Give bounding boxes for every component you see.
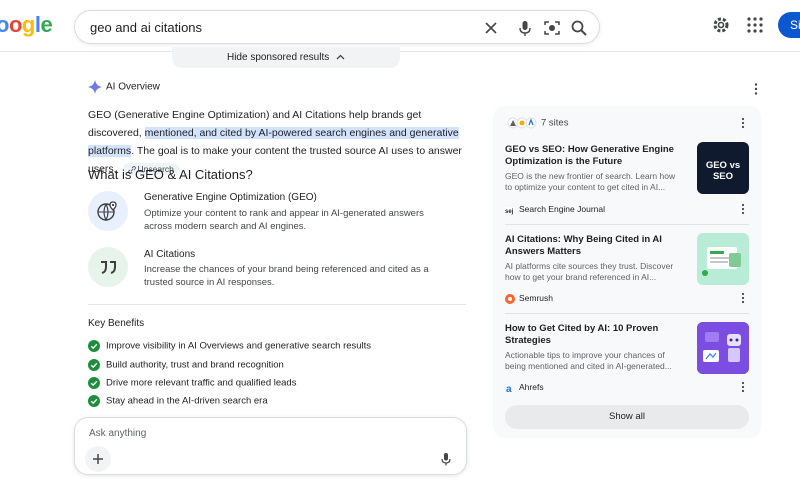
ai-sparkle-icon bbox=[88, 80, 102, 94]
feature-desc-citations: Increase the chances of your brand being… bbox=[144, 264, 429, 288]
globe-pin-icon bbox=[97, 201, 117, 222]
feature-geo-badge bbox=[88, 191, 128, 231]
site-favicons-icon bbox=[507, 117, 537, 129]
quote-icon bbox=[101, 261, 116, 274]
robot-illustration-icon bbox=[697, 322, 749, 374]
search-icon[interactable] bbox=[569, 18, 589, 38]
source-card-thumbnail[interactable]: GEO vs SEO bbox=[697, 142, 749, 194]
ahrefs-favicon-icon: a bbox=[506, 384, 512, 393]
benefit-item: Improve visibility in AI Overviews and g… bbox=[88, 340, 371, 352]
source-card-site[interactable]: a Ahrefs bbox=[505, 382, 544, 393]
plus-icon bbox=[93, 454, 103, 464]
feature-title-citations: AI Citations bbox=[144, 249, 196, 260]
feature-title-geo: Generative Engine Optimization (GEO) bbox=[144, 192, 317, 203]
microphone-icon[interactable] bbox=[438, 451, 454, 467]
source-card-desc: Actionable tips to improve your chances … bbox=[505, 350, 672, 371]
sites-count[interactable]: 7 sites bbox=[507, 116, 568, 130]
clear-icon[interactable] bbox=[481, 18, 501, 38]
svg-text:sej: sej bbox=[505, 209, 514, 215]
ai-overview-label: AI Overview bbox=[106, 81, 160, 93]
card-divider bbox=[505, 224, 749, 225]
section-heading: What is GEO & AI Citations? bbox=[88, 167, 253, 182]
key-benefits-title: Key Benefits bbox=[88, 318, 145, 329]
sej-favicon-icon: sej bbox=[505, 206, 515, 215]
add-attachment-button[interactable] bbox=[85, 446, 111, 472]
check-circle-icon bbox=[88, 377, 100, 389]
feature-desc-geo: Optimize your content to rank and appear… bbox=[144, 208, 424, 232]
ai-overview-header: AI Overview bbox=[88, 80, 160, 94]
check-circle-icon bbox=[88, 340, 100, 352]
ask-anything-box[interactable]: Ask anything bbox=[74, 417, 467, 475]
more-options-icon[interactable] bbox=[738, 292, 748, 304]
citation-illustration-icon bbox=[702, 247, 741, 276]
microphone-icon[interactable] bbox=[515, 18, 535, 38]
lens-icon[interactable] bbox=[542, 18, 562, 38]
benefit-item: Build authority, trust and brand recogni… bbox=[88, 359, 284, 371]
apps-grid-icon[interactable] bbox=[745, 15, 765, 35]
semrush-favicon-icon bbox=[505, 293, 515, 304]
more-options-icon[interactable] bbox=[738, 203, 748, 215]
source-card-thumbnail[interactable] bbox=[697, 233, 749, 285]
card-divider bbox=[505, 313, 749, 314]
more-options-icon[interactable] bbox=[738, 381, 748, 393]
source-card-site[interactable]: sej Search Engine Journal bbox=[505, 204, 605, 215]
source-card-title[interactable]: AI Citations: Why Being Cited in AI Answ… bbox=[505, 234, 685, 258]
source-card-thumbnail[interactable] bbox=[697, 322, 749, 374]
source-card-site[interactable]: Semrush bbox=[505, 293, 553, 304]
chevron-up-icon bbox=[336, 54, 345, 60]
feature-citations-badge bbox=[88, 247, 128, 287]
more-options-icon[interactable] bbox=[751, 82, 761, 96]
hide-sponsored-button[interactable]: Hide sponsored results bbox=[172, 47, 400, 68]
search-box[interactable]: geo and ai citations bbox=[74, 10, 600, 44]
source-card-title[interactable]: How to Get Cited by AI: 10 Proven Strate… bbox=[505, 323, 685, 347]
show-all-button[interactable]: Show all bbox=[505, 405, 749, 429]
sources-panel: 7 sites GEO vs SEO: How Generative Engin… bbox=[493, 106, 761, 438]
svg-text:a: a bbox=[506, 384, 512, 393]
search-query[interactable]: geo and ai citations bbox=[90, 20, 202, 35]
ask-input[interactable]: Ask anything bbox=[89, 428, 146, 439]
section-divider bbox=[88, 304, 466, 305]
benefit-item: Drive more relevant traffic and qualifie… bbox=[88, 377, 296, 389]
thumbnail-text: GEO vs SEO bbox=[705, 160, 741, 182]
check-circle-icon bbox=[88, 395, 100, 407]
source-card-desc: GEO is the new frontier of search. Learn… bbox=[505, 171, 676, 192]
settings-gear-icon[interactable] bbox=[711, 15, 731, 35]
source-card-desc: AI platforms cite sources they trust. Di… bbox=[505, 261, 674, 282]
more-options-icon[interactable] bbox=[738, 117, 748, 129]
sign-in-button[interactable]: Si bbox=[778, 12, 800, 38]
source-card-title[interactable]: GEO vs SEO: How Generative Engine Optimi… bbox=[505, 144, 685, 168]
hide-sponsored-label: Hide sponsored results bbox=[226, 52, 330, 63]
google-logo[interactable]: oogle bbox=[0, 12, 53, 38]
top-bar: oogle geo and ai citations Si bbox=[0, 0, 800, 52]
check-circle-icon bbox=[88, 359, 100, 371]
benefit-item: Stay ahead in the AI-driven search era bbox=[88, 395, 268, 407]
